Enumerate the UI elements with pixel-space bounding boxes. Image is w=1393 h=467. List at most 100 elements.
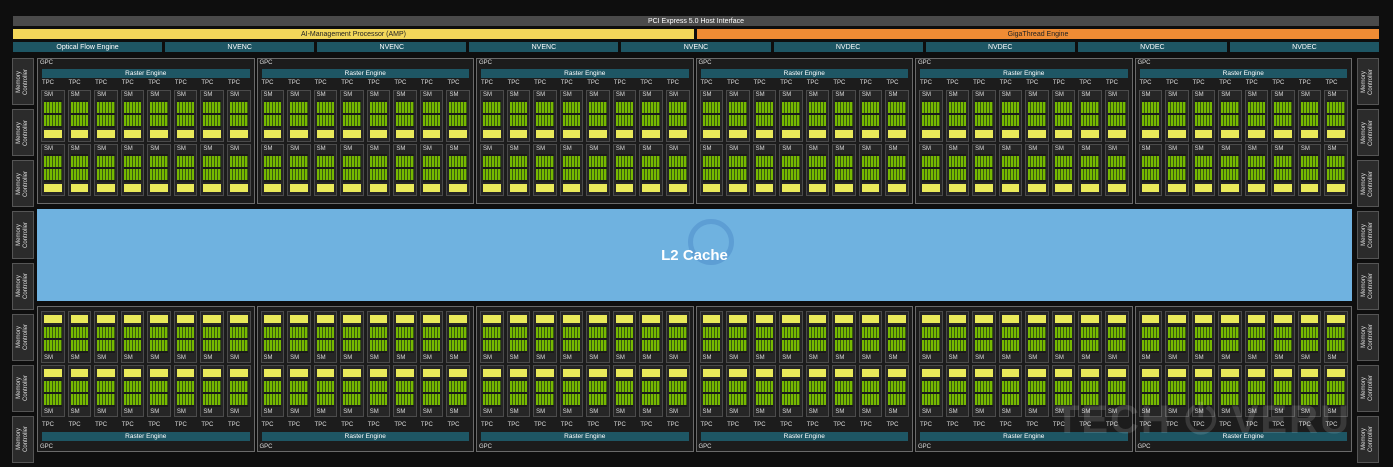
core-divider <box>615 180 634 182</box>
tpc-label: TPC <box>1166 80 1179 86</box>
core-divider <box>1327 154 1345 156</box>
core-divider <box>755 392 774 394</box>
memory-controller: Memory Controller <box>12 262 34 310</box>
sm: SM <box>313 365 338 417</box>
core-divider <box>316 100 335 102</box>
sm: SM <box>446 311 470 363</box>
gpc-block: GPC Raster Engine TPC SM SM TPC SM SM TPC SM SM TPC… <box>695 58 913 204</box>
cuda-cores <box>702 325 721 353</box>
sm: SM <box>1025 311 1049 363</box>
sm: SM <box>586 90 610 142</box>
sm: SM <box>67 365 92 417</box>
cuda-cores <box>755 100 774 128</box>
rt-core <box>562 369 581 377</box>
cuda-cores <box>922 325 940 353</box>
core-divider <box>975 100 993 102</box>
core-divider <box>702 338 721 340</box>
rt-core <box>948 130 967 138</box>
raster-engine: Raster Engine <box>700 69 908 78</box>
tpc: TPC SM SM <box>200 311 224 428</box>
tpc: TPC SM SM <box>173 80 198 196</box>
rt-core <box>1168 315 1186 323</box>
cuda-cores <box>562 379 581 407</box>
core-divider <box>290 392 308 394</box>
tpc-label: TPC <box>946 80 959 86</box>
core-divider <box>1274 379 1292 381</box>
sm-label: SM <box>562 409 572 415</box>
cuda-cores <box>1028 325 1046 353</box>
core-divider <box>176 405 195 407</box>
core-divider <box>948 167 967 169</box>
tpc: TPC SM SM <box>1078 80 1102 196</box>
core-divider <box>1081 379 1099 381</box>
tpc-label: TPC <box>700 422 713 428</box>
rt-core <box>1141 315 1160 323</box>
core-divider <box>755 379 774 381</box>
core-divider <box>203 379 221 381</box>
core-divider <box>835 154 853 156</box>
cuda-cores <box>449 325 467 353</box>
core-divider <box>1168 180 1186 182</box>
watermark: TECH ⏻ VERU <box>1055 398 1351 442</box>
tpc: TPC SM SM <box>94 80 118 196</box>
tpc-label: TPC <box>999 422 1012 428</box>
core-divider <box>1107 180 1126 182</box>
sm-label: SM <box>44 92 53 98</box>
sm: SM <box>480 144 504 196</box>
cuda-cores <box>888 325 906 353</box>
rt-core <box>755 369 774 377</box>
sm-label: SM <box>229 146 239 152</box>
core-divider <box>861 113 880 115</box>
core-divider <box>835 126 853 128</box>
core-divider <box>1247 392 1266 394</box>
core-divider <box>1274 100 1292 102</box>
memory-controller-label: Memory Controller <box>16 273 30 300</box>
core-divider <box>449 351 467 353</box>
sm-label: SM <box>176 92 186 98</box>
tpc: TPC SM SM <box>665 311 690 428</box>
core-divider <box>369 180 388 182</box>
cuda-cores <box>290 154 308 182</box>
core-divider <box>562 325 581 327</box>
core-divider <box>1221 351 1239 353</box>
core-divider <box>562 154 581 156</box>
sm: SM <box>1191 90 1216 142</box>
cuda-cores <box>1054 100 1073 128</box>
core-divider <box>729 351 747 353</box>
tpc: TPC SM SM <box>120 311 145 428</box>
cuda-cores <box>755 325 774 353</box>
core-divider <box>123 180 142 182</box>
tpc-label: TPC <box>367 422 380 428</box>
sm: SM <box>419 311 444 363</box>
memory-controller: Memory Controller <box>12 415 34 463</box>
tpc: TPC SM SM <box>506 311 531 428</box>
rt-core <box>615 184 634 192</box>
core-divider <box>808 379 827 381</box>
cuda-cores <box>922 100 940 128</box>
tpc-label: TPC <box>68 80 81 86</box>
sm: SM <box>858 144 883 196</box>
tpc-label: TPC <box>341 422 354 428</box>
rt-core <box>589 184 607 192</box>
core-divider <box>1001 338 1020 340</box>
cuda-cores <box>1300 154 1319 182</box>
sm-label: SM <box>948 355 958 361</box>
rt-core <box>755 130 774 138</box>
rt-core <box>1054 130 1073 138</box>
tpc-label: TPC <box>261 422 274 428</box>
sm: SM <box>147 144 171 196</box>
core-divider <box>1168 126 1186 128</box>
tpc-row: TPC SM SM TPC SM SM TPC SM SM TPC SM SM TPC SM SM TPC SM… <box>480 311 690 428</box>
core-divider <box>290 113 308 115</box>
core-divider <box>316 113 335 115</box>
memory-controller-label: Memory Controller <box>16 324 30 351</box>
sm: SM <box>419 365 444 417</box>
sm-label: SM <box>888 92 898 98</box>
core-divider <box>782 126 800 128</box>
tpc: TPC SM SM <box>173 311 198 428</box>
rt-core <box>642 369 660 377</box>
core-divider <box>948 180 967 182</box>
sm-label: SM <box>562 355 572 361</box>
sm: SM <box>752 365 777 417</box>
core-divider <box>755 338 774 340</box>
